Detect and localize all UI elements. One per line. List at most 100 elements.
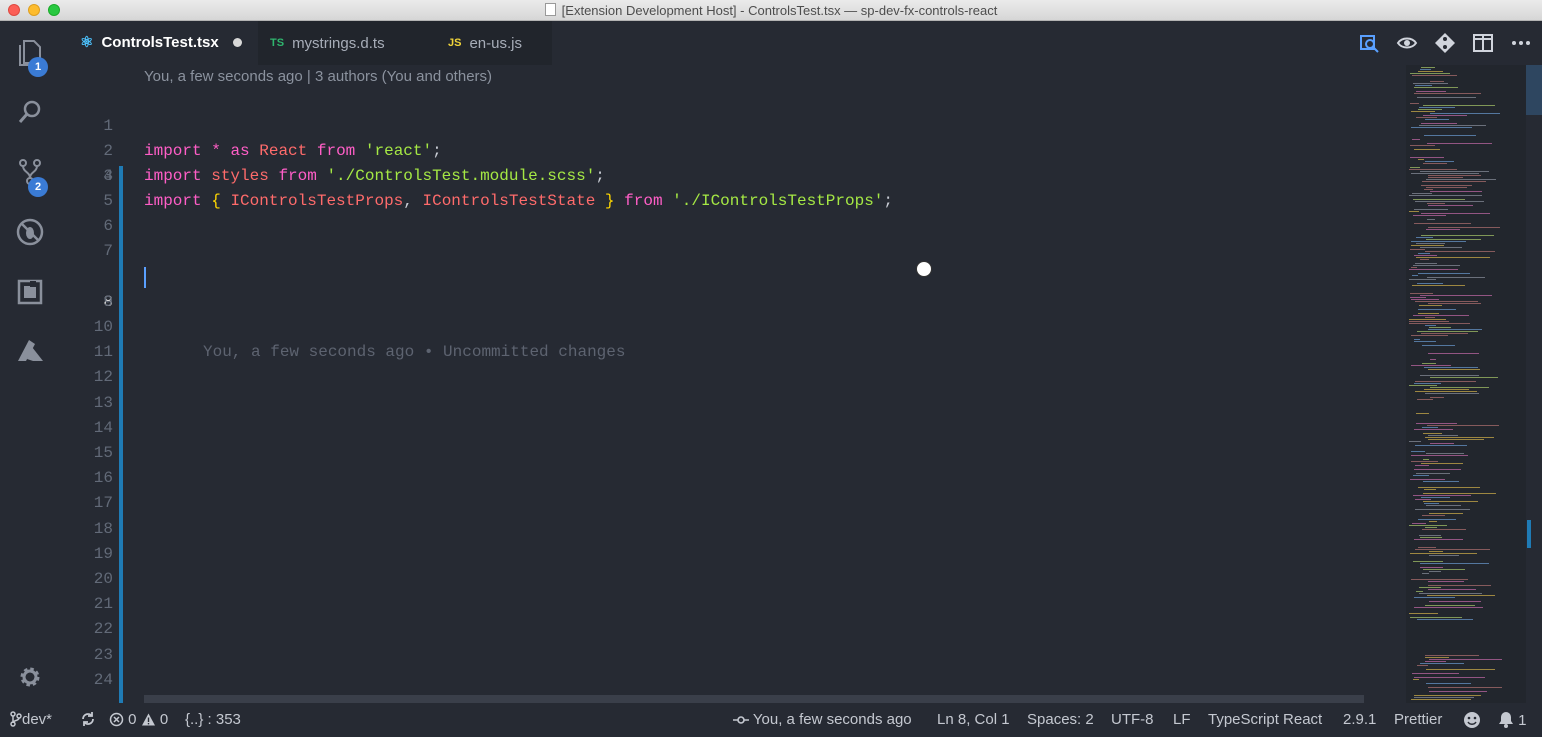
minimap-line bbox=[1428, 439, 1484, 440]
tab-controlstest[interactable]: ⚛ ControlsTest.tsx bbox=[68, 21, 258, 65]
code-line[interactable]: 6 bbox=[60, 214, 1406, 239]
minimap-line bbox=[1410, 479, 1445, 480]
encoding-status[interactable]: UTF-8 bbox=[1111, 711, 1154, 728]
activity-extensions[interactable] bbox=[0, 267, 60, 317]
minimap-line bbox=[1421, 463, 1463, 464]
minimap-line bbox=[1418, 109, 1442, 110]
tab-en-us[interactable]: JS en-us.js bbox=[436, 21, 552, 65]
code-line[interactable]: 2 import styles from './ControlsTest.mod… bbox=[60, 114, 1406, 185]
minimap-line bbox=[1425, 655, 1479, 656]
more-actions-icon[interactable] bbox=[1510, 32, 1532, 54]
minimap-line bbox=[1413, 199, 1465, 200]
minimap-line bbox=[1414, 539, 1463, 540]
scrollbar-thumb[interactable] bbox=[1526, 65, 1542, 115]
minimap-line bbox=[1417, 97, 1476, 98]
activity-settings[interactable] bbox=[0, 652, 60, 702]
code-line[interactable]: 24 bbox=[60, 668, 1406, 693]
minimap-line bbox=[1422, 345, 1455, 346]
code-line[interactable]: 18 bbox=[60, 517, 1406, 542]
line-number: 16 bbox=[93, 469, 113, 487]
minimap-line bbox=[1418, 487, 1480, 488]
editor-actions bbox=[1358, 21, 1532, 65]
code-line-active[interactable]: 8 You, a few seconds ago • Uncommitted c… bbox=[60, 265, 1406, 361]
code-line[interactable]: 21 bbox=[60, 592, 1406, 617]
minimap-line bbox=[1425, 437, 1494, 438]
minimap-line bbox=[1411, 111, 1435, 112]
code-line[interactable]: 7 bbox=[60, 239, 1406, 264]
activity-azure[interactable] bbox=[0, 327, 60, 377]
activity-debug[interactable] bbox=[0, 207, 60, 257]
minimap[interactable] bbox=[1406, 65, 1526, 703]
minimap-line bbox=[1429, 513, 1463, 514]
code-line[interactable]: 14 bbox=[60, 416, 1406, 441]
activity-search[interactable] bbox=[0, 87, 60, 137]
symbols-count[interactable]: {..} : 353 bbox=[185, 711, 241, 728]
code-line[interactable]: 22 bbox=[60, 617, 1406, 642]
window-title: [Extension Development Host] - ControlsT… bbox=[0, 3, 1542, 18]
minimap-line bbox=[1414, 697, 1474, 698]
code-line[interactable]: 3 import { IControlsTestProps, IControls… bbox=[60, 139, 1406, 210]
code-line[interactable]: 5 bbox=[60, 189, 1406, 214]
toggle-blame-icon[interactable] bbox=[1396, 32, 1418, 54]
minimap-line bbox=[1414, 341, 1436, 342]
minimap-line bbox=[1430, 81, 1444, 82]
git-branch-status[interactable]: dev* bbox=[10, 711, 52, 728]
minimap-line bbox=[1411, 173, 1479, 174]
open-changes-icon[interactable] bbox=[1358, 32, 1380, 54]
split-editor-icon[interactable] bbox=[1472, 32, 1494, 54]
prettier-status[interactable]: Prettier bbox=[1394, 711, 1442, 728]
activity-explorer[interactable]: 1 bbox=[0, 27, 60, 77]
code-line[interactable]: 15 bbox=[60, 441, 1406, 466]
code-line[interactable]: 12 bbox=[60, 365, 1406, 390]
cursor-position[interactable]: Ln 8, Col 1 bbox=[937, 711, 1010, 728]
codelens-authors[interactable]: You, a few seconds ago | 3 authors (You … bbox=[144, 68, 492, 85]
typescript-version[interactable]: 2.9.1 bbox=[1343, 711, 1376, 728]
problems-status[interactable]: 0 0 bbox=[109, 711, 168, 728]
minimap-line bbox=[1409, 269, 1458, 270]
minimap-line bbox=[1419, 125, 1486, 126]
minimap-line bbox=[1409, 169, 1457, 170]
code-line[interactable]: 1 import * as React from 'react'; bbox=[60, 89, 1406, 160]
code-line[interactable]: 10 bbox=[60, 315, 1406, 340]
code-line[interactable]: 20 bbox=[60, 567, 1406, 592]
minimap-line bbox=[1414, 209, 1448, 210]
activity-bar: 1 2 bbox=[0, 21, 60, 703]
horizontal-scrollbar[interactable] bbox=[144, 695, 1364, 703]
vertical-scrollbar[interactable] bbox=[1526, 65, 1542, 703]
eol-status[interactable]: LF bbox=[1173, 711, 1191, 728]
tab-label: mystrings.d.ts bbox=[292, 34, 385, 52]
minimap-line bbox=[1409, 321, 1449, 322]
minimap-line bbox=[1428, 687, 1502, 688]
minimap-line bbox=[1424, 489, 1436, 490]
minimap-line bbox=[1411, 451, 1425, 452]
activity-source-control[interactable]: 2 bbox=[0, 147, 60, 197]
minimap-line bbox=[1428, 589, 1476, 590]
minimap-line bbox=[1426, 229, 1460, 230]
code-editor[interactable]: You, a few seconds ago | 3 authors (You … bbox=[60, 65, 1406, 703]
code-line[interactable]: 9 bbox=[60, 290, 1406, 315]
language-mode[interactable]: TypeScript React bbox=[1208, 711, 1322, 728]
code-line[interactable]: 19 bbox=[60, 542, 1406, 567]
code-line[interactable]: 16 bbox=[60, 466, 1406, 491]
sync-button[interactable] bbox=[80, 711, 96, 728]
unsaved-dot-icon[interactable] bbox=[232, 37, 242, 47]
minimap-line bbox=[1412, 75, 1457, 76]
minimap-line bbox=[1415, 201, 1484, 202]
tab-mystrings[interactable]: TS mystrings.d.ts bbox=[258, 21, 436, 65]
minimap-line bbox=[1415, 509, 1470, 510]
code-line[interactable]: 23 bbox=[60, 643, 1406, 668]
git-compare-icon[interactable] bbox=[1434, 32, 1456, 54]
code-line[interactable]: 13 bbox=[60, 391, 1406, 416]
minimap-line bbox=[1415, 301, 1478, 302]
code-line[interactable]: 11 bbox=[60, 340, 1406, 365]
blame-status[interactable]: You, a few seconds ago bbox=[733, 711, 912, 728]
indentation-status[interactable]: Spaces: 2 bbox=[1027, 711, 1094, 728]
minimap-line bbox=[1424, 503, 1439, 504]
minimap-line bbox=[1422, 363, 1436, 364]
minimap-line bbox=[1418, 273, 1470, 274]
code-line[interactable]: 4 bbox=[60, 164, 1406, 189]
notifications-button[interactable]: 1 bbox=[1498, 711, 1527, 729]
minimap-line bbox=[1409, 613, 1438, 614]
feedback-button[interactable] bbox=[1463, 711, 1481, 730]
code-line[interactable]: 17 bbox=[60, 491, 1406, 516]
